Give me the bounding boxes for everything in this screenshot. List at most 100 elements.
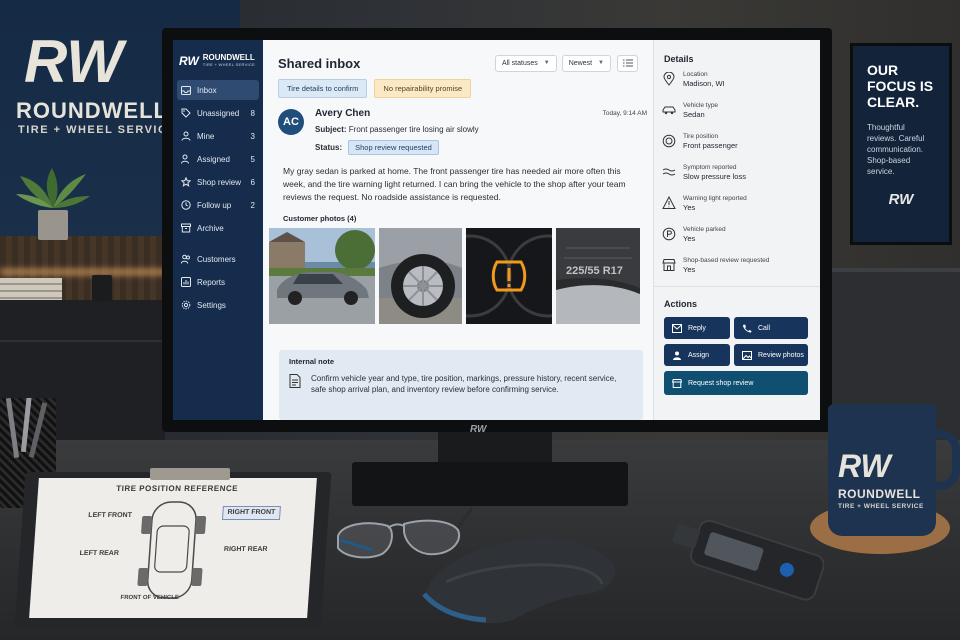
small-cup xyxy=(92,275,112,301)
sidebar-item-unassigned[interactable]: Unassigned 8 xyxy=(177,103,259,123)
chip-no-repairability[interactable]: No repairability promise xyxy=(374,79,472,98)
location-pin-icon xyxy=(663,72,675,86)
detail-label: Symptom reported xyxy=(683,164,737,171)
sidebar-item-assigned[interactable]: Assigned 5 xyxy=(177,149,259,169)
detail-label: Location xyxy=(683,71,708,78)
tag-chips: Tire details to confirm No repairability… xyxy=(263,74,653,98)
photo-warning-light[interactable] xyxy=(466,228,552,324)
sheet-title: TIRE POSITION REFERENCE xyxy=(115,484,239,493)
label-right-front: RIGHT FRONT xyxy=(221,506,281,520)
user-icon xyxy=(673,351,681,360)
poster-body: Thoughtful reviews. Careful communicatio… xyxy=(867,123,925,176)
logo-name: ROUNDWELL xyxy=(202,52,255,62)
detail-vehicle-type: Vehicle type Sedan xyxy=(654,101,820,132)
photo-parked-car[interactable] xyxy=(269,228,375,324)
sidebar-item-label: Inbox xyxy=(197,85,217,95)
photos-label: Customer photos (4) xyxy=(283,214,357,223)
details-panel: Details Location Madison, WI Vehicle type… xyxy=(653,40,820,420)
sidebar-item-label: Archive xyxy=(197,223,224,233)
phone-icon xyxy=(743,324,752,332)
subject-label: Subject: xyxy=(315,125,347,134)
sidebar-item-count: 8 xyxy=(250,108,255,118)
sidebar-item-follow-up[interactable]: Follow up 2 xyxy=(177,195,259,215)
sidebar-item-label: Unassigned xyxy=(197,108,240,118)
call-label: Call xyxy=(758,324,771,332)
sidebar-item-label: Follow up xyxy=(197,200,232,210)
users-icon xyxy=(181,254,191,264)
logo-mark: RW xyxy=(179,53,199,68)
subject-value: Front passenger tire losing air slowly xyxy=(348,125,479,134)
sort-select[interactable]: Newest ▼ xyxy=(561,54,611,72)
mug-handle xyxy=(930,430,960,490)
app-logo[interactable]: RW ROUNDWELL TIRE + WHEEL SERVICE xyxy=(173,40,263,70)
wall-logo-mark: RW xyxy=(20,28,140,95)
photo-tire-marking[interactable]: 225/55 R17 xyxy=(556,228,640,324)
tire-icon xyxy=(662,134,676,148)
document-icon xyxy=(289,374,301,388)
message-date: Today, 9:14 AM xyxy=(602,110,647,117)
sidebar-item-archive[interactable]: Archive xyxy=(177,218,259,238)
chevron-down-icon: ▼ xyxy=(598,60,604,66)
sidebar: RW ROUNDWELL TIRE + WHEEL SERVICE Inbox … xyxy=(173,40,263,420)
shop-icon xyxy=(662,259,676,271)
cabinet-drawer xyxy=(0,340,165,342)
message-subject: Subject: Front passenger tire losing air… xyxy=(315,125,479,134)
detail-value: Yes xyxy=(683,234,696,243)
detail-label: Warning light reported xyxy=(683,195,747,202)
sidebar-item-label: Settings xyxy=(197,300,226,310)
message-body: My gray sedan is parked at home. The fro… xyxy=(283,166,626,202)
clipboard-clip xyxy=(150,468,230,480)
sidebar-item-shop-review[interactable]: Shop review 6 xyxy=(177,172,259,192)
sidebar-item-count: 5 xyxy=(250,154,255,164)
call-button[interactable]: Call xyxy=(734,317,808,339)
chevron-down-icon: ▼ xyxy=(543,60,550,66)
assign-button[interactable]: Assign xyxy=(664,344,730,366)
reply-button[interactable]: Reply xyxy=(664,317,730,339)
list-view-button[interactable] xyxy=(617,54,638,72)
shop-icon xyxy=(672,378,682,388)
review-photos-label: Review photos xyxy=(758,351,804,359)
book-stack xyxy=(0,278,62,300)
wall-brand-sub: TIRE + WHEEL SERVICE xyxy=(18,124,177,136)
photo-gallery: 225/55 R17 xyxy=(263,223,653,324)
sidebar-nav: Inbox Unassigned 8 Mine 3 Assigned 5 Sho… xyxy=(173,80,263,315)
status-badge: Shop review requested xyxy=(348,140,439,155)
main-header: Shared inbox All statuses ▼ Newest ▼ xyxy=(263,40,653,74)
request-shop-review-button[interactable]: Request shop review xyxy=(664,371,808,395)
sidebar-item-reports[interactable]: Reports xyxy=(177,272,259,292)
detail-value: Slow pressure loss xyxy=(683,172,746,181)
status-filter-select[interactable]: All statuses ▼ xyxy=(494,54,557,72)
sidebar-item-settings[interactable]: Settings xyxy=(177,295,259,315)
sort-value: Newest xyxy=(568,59,593,67)
inbox-icon xyxy=(181,85,191,95)
detail-value: Yes xyxy=(683,203,696,212)
avatar[interactable]: AC xyxy=(278,109,304,135)
gear-icon xyxy=(181,300,191,310)
sidebar-item-mine[interactable]: Mine 3 xyxy=(177,126,259,146)
review-photos-button[interactable]: Review photos xyxy=(734,344,808,366)
detail-label: Vehicle parked xyxy=(683,226,726,233)
actions-title: Actions xyxy=(664,299,698,309)
status-filter-value: All statuses xyxy=(501,59,538,67)
detail-value: Sedan xyxy=(683,110,705,119)
page-title: Shared inbox xyxy=(278,55,361,71)
sender-name: Avery Chen xyxy=(315,108,371,119)
mail-icon xyxy=(672,323,682,333)
sidebar-item-label: Mine xyxy=(197,131,215,141)
detail-tire-position: Tire position Front passenger xyxy=(654,132,820,163)
reply-label: Reply xyxy=(688,324,706,332)
chart-icon xyxy=(181,277,191,287)
app-screen: RW ROUNDWELL TIRE + WHEEL SERVICE Inbox … xyxy=(173,40,820,420)
user-icon xyxy=(181,131,191,141)
detail-vehicle-parked: Vehicle parked Yes xyxy=(654,225,820,256)
parking-icon xyxy=(662,227,676,241)
chip-tire-details[interactable]: Tire details to confirm xyxy=(278,79,368,98)
sidebar-item-inbox[interactable]: Inbox xyxy=(177,80,259,100)
sidebar-item-customers[interactable]: Customers xyxy=(177,249,259,269)
photo-tire-closeup[interactable] xyxy=(379,228,462,324)
detail-shop-review: Shop-based review requested Yes xyxy=(654,256,820,287)
assign-label: Assign xyxy=(688,351,710,359)
user-check-icon xyxy=(181,154,191,164)
shelf-light xyxy=(0,268,165,276)
right-shelf-top xyxy=(832,268,960,272)
